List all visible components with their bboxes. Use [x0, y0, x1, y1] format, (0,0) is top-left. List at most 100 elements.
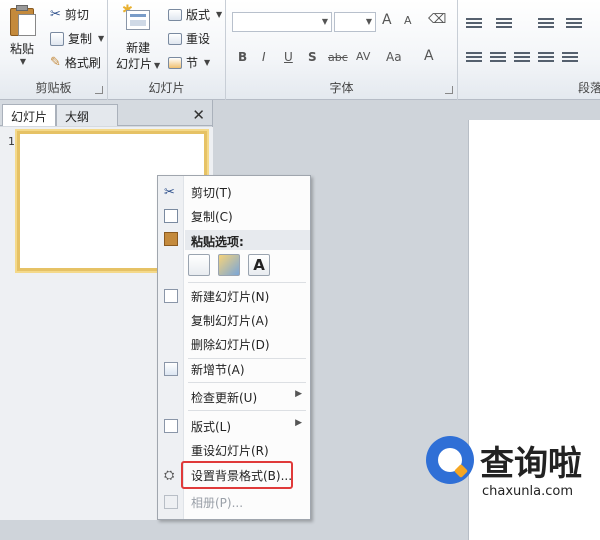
menu-item-cut[interactable]: ✂ 剪切(T) — [158, 180, 310, 204]
format-painter-label: 格式刷 — [64, 56, 101, 70]
brush-icon: ✎ — [50, 55, 61, 70]
menu-item-delete-slide[interactable]: 删除幻灯片(D) — [158, 332, 310, 356]
copy-label: 复制 — [68, 32, 93, 46]
submenu-arrow-icon: ▶ — [295, 418, 302, 428]
reset-button[interactable]: 重设 — [168, 30, 210, 47]
font-color-button[interactable]: A — [424, 48, 434, 64]
paste-keep-format-icon[interactable] — [218, 254, 240, 276]
close-icon[interactable]: ✕ — [192, 106, 205, 124]
strikethrough-button[interactable]: abc — [328, 51, 348, 64]
numbering-icon[interactable] — [496, 16, 512, 30]
copy-icon — [50, 31, 64, 46]
chevron-down-icon: ▼ — [321, 17, 328, 26]
chevron-down-icon: ▼ — [365, 17, 372, 26]
menu-separator — [188, 382, 306, 383]
menu-item-duplicate-slide[interactable]: 复制幻灯片(A) — [158, 308, 310, 332]
section-button[interactable]: 节 ▼ — [168, 54, 210, 71]
clipboard-group-label: 剪贴板 — [35, 81, 72, 95]
paragraph-group: 段落 — [458, 0, 600, 100]
shadow-button[interactable]: S — [308, 50, 317, 64]
paste-keep-theme-icon[interactable] — [188, 254, 210, 276]
layout-label: 版式 — [186, 8, 211, 22]
shrink-font-button[interactable]: A — [404, 14, 412, 27]
char-spacing-button[interactable]: AV — [356, 50, 370, 63]
paragraph-group-label: 段落 — [578, 81, 600, 95]
submenu-arrow-icon: ▶ — [295, 389, 302, 399]
watermark-url: chaxunla.com — [482, 484, 573, 499]
slides-group-label: 幻灯片 — [148, 81, 185, 95]
chevron-down-icon: ▼ — [98, 34, 105, 43]
underline-button[interactable]: U — [284, 50, 293, 64]
dialog-launcher-icon[interactable] — [445, 86, 453, 94]
grow-font-button[interactable]: A — [382, 12, 392, 28]
menu-item-copy[interactable]: 复制(C) — [158, 204, 310, 228]
menu-separator — [188, 282, 306, 283]
highlight-annotation — [181, 461, 293, 489]
new-slide-icon — [164, 289, 178, 303]
paste-button[interactable]: 粘贴 ▼ — [10, 40, 34, 66]
font-name-combo[interactable]: ▼ — [232, 12, 332, 32]
scissors-icon: ✂ — [50, 7, 61, 22]
menu-item-add-section[interactable]: 新增节(A) — [158, 357, 310, 381]
watermark-brand: 查询啦 — [480, 444, 582, 484]
layout-icon — [168, 8, 182, 21]
section-icon — [164, 362, 178, 376]
tab-outline[interactable]: 大纲 — [56, 104, 118, 126]
brand-logo-icon — [426, 436, 474, 484]
change-case-button[interactable]: Aa — [386, 50, 402, 64]
menu-item-check-updates[interactable]: 检查更新(U) ▶ — [158, 385, 310, 409]
chevron-down-icon: ▼ — [19, 57, 27, 66]
paste-icon — [164, 232, 178, 246]
slides-group: ✱ 新建 幻灯片▼ 版式 ▼ 重设 节 ▼ 幻灯片 — [108, 0, 226, 100]
clear-format-icon[interactable]: ⌫ — [428, 12, 446, 27]
paste-label: 粘贴 — [10, 42, 35, 56]
font-group-label: 字体 — [329, 81, 354, 95]
reset-icon — [168, 32, 182, 45]
slide-number: 1 — [8, 135, 15, 148]
bullets-icon[interactable] — [466, 16, 482, 30]
dialog-launcher-icon[interactable] — [95, 86, 103, 94]
paste-text-only-icon[interactable]: A — [248, 254, 270, 276]
chevron-down-icon: ▼ — [154, 61, 161, 70]
italic-button[interactable]: I — [262, 50, 266, 64]
pane-tabs: 幻灯片 大纲 ✕ — [0, 104, 213, 126]
cut-label: 剪切 — [64, 8, 89, 22]
tab-slides[interactable]: 幻灯片 — [2, 104, 57, 126]
chevron-down-icon: ▼ — [204, 58, 211, 67]
album-icon — [164, 495, 178, 509]
watermark: 查询啦 chaxunla.com — [420, 430, 600, 510]
copy-button[interactable]: 复制 ▼ — [50, 30, 104, 47]
align-left-icon[interactable] — [466, 50, 482, 64]
new-slide-icon[interactable]: ✱ — [122, 4, 152, 34]
menu-item-album: 相册(P)... — [158, 490, 310, 514]
menu-item-layout[interactable]: 版式(L) ▶ — [158, 414, 310, 438]
section-icon — [168, 56, 182, 69]
chevron-down-icon: ▼ — [216, 10, 223, 19]
columns-icon[interactable] — [562, 50, 578, 64]
cut-button[interactable]: ✂ 剪切 — [50, 6, 89, 23]
font-size-combo[interactable]: ▼ — [334, 12, 376, 32]
scissors-icon: ✂ — [164, 185, 175, 200]
align-right-icon[interactable] — [514, 50, 530, 64]
menu-separator — [188, 410, 306, 411]
font-group: ▼ ▼ A A ⌫ B I U S abc AV Aa A 字体 — [226, 0, 458, 100]
menu-item-reset-slide[interactable]: 重设幻灯片(R) — [158, 438, 310, 462]
format-painter-button[interactable]: ✎ 格式刷 — [50, 54, 101, 71]
ribbon: 粘贴 ▼ ✂ 剪切 复制 ▼ ✎ 格式刷 剪贴板 ✱ 新建 幻灯片▼ 版式 — [0, 0, 600, 100]
section-label: 节 — [186, 56, 199, 70]
clipboard-group: 粘贴 ▼ ✂ 剪切 复制 ▼ ✎ 格式刷 剪贴板 — [0, 0, 108, 100]
bold-button[interactable]: B — [238, 50, 247, 64]
justify-icon[interactable] — [538, 50, 554, 64]
layout-icon — [164, 419, 178, 433]
new-slide-label2: 幻灯片 — [116, 57, 153, 71]
menu-item-new-slide[interactable]: 新建幻灯片(N) — [158, 284, 310, 308]
paste-options-header: 粘贴选项: — [185, 230, 310, 250]
paste-icon[interactable] — [8, 4, 40, 38]
reset-label: 重设 — [186, 32, 211, 46]
increase-indent-icon[interactable] — [566, 16, 582, 30]
new-slide-label: 新建 — [126, 41, 151, 55]
decrease-indent-icon[interactable] — [538, 16, 554, 30]
layout-button[interactable]: 版式 ▼ — [168, 6, 222, 23]
align-center-icon[interactable] — [490, 50, 506, 64]
new-slide-button[interactable]: 新建 幻灯片 ▼ — [116, 40, 160, 74]
